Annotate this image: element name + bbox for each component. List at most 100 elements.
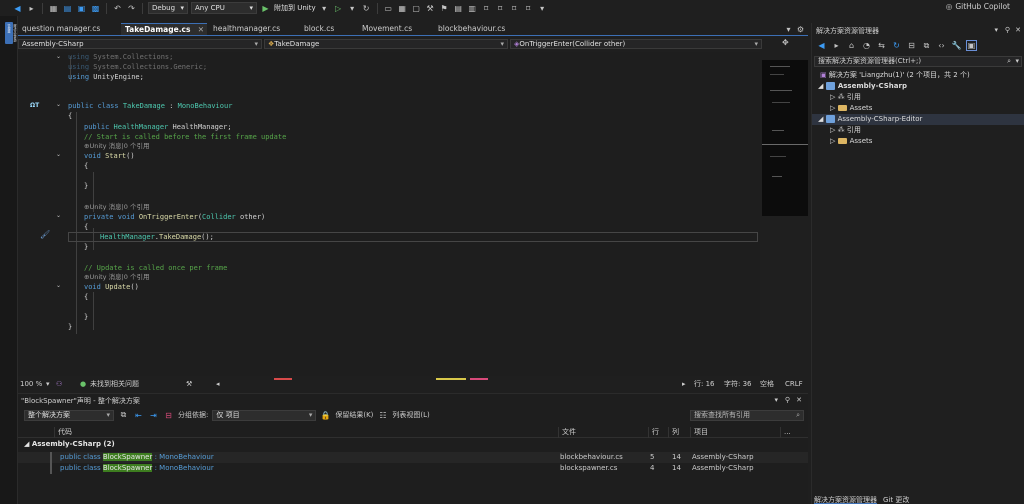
- home-icon[interactable]: ⌂: [846, 40, 857, 51]
- configuration-select[interactable]: Debug ▾: [148, 2, 188, 14]
- chevron-down-icon[interactable]: ▾: [46, 380, 50, 388]
- unity-class-marker-icon[interactable]: ΩT: [30, 102, 39, 109]
- navigate-forward-icon[interactable]: ▸: [26, 3, 37, 14]
- grid-icon[interactable]: ▦: [397, 3, 408, 14]
- fold-toggle-icon[interactable]: ⌄: [56, 212, 61, 219]
- bookmark-prev-icon[interactable]: ⌑: [495, 3, 506, 14]
- bookmark-toggle-icon[interactable]: ⚑: [439, 3, 450, 14]
- result-group[interactable]: ◢ Assembly-CSharp (2): [24, 440, 115, 448]
- close-icon[interactable]: ✕: [1015, 26, 1021, 34]
- copilot-status-icon[interactable]: ⚇: [56, 380, 62, 388]
- tree-item-references[interactable]: ▷ ⁂ 引用: [812, 125, 1024, 136]
- start-without-debug-icon[interactable]: ▷: [333, 3, 344, 14]
- switch-views-icon[interactable]: ◔: [861, 40, 872, 51]
- folder-icon[interactable]: ▭: [383, 3, 394, 14]
- keep-results-button[interactable]: 保留结果(K): [335, 410, 373, 420]
- tree-item-project[interactable]: ◢ Assembly-CSharp: [812, 81, 1024, 92]
- tree-item-solution[interactable]: ▣ 解决方案 'Liangzhu(1)' (2 个项目，共 2 个): [812, 70, 1024, 81]
- fold-toggle-icon[interactable]: ⌄: [56, 282, 61, 289]
- tab-solution-explorer[interactable]: 解决方案资源管理器: [814, 495, 877, 504]
- column-col[interactable]: 列: [668, 427, 690, 438]
- result-row[interactable]: public class BlockSpawner : MonoBehaviou…: [18, 463, 808, 474]
- fold-toggle-icon[interactable]: ⌄: [56, 151, 61, 158]
- chevron-down-icon[interactable]: ▾: [319, 3, 330, 14]
- scroll-left-icon[interactable]: ◂: [216, 380, 220, 388]
- navigate-back-icon[interactable]: ◀: [12, 3, 23, 14]
- chevron-down-icon[interactable]: ▾: [347, 3, 358, 14]
- chevron-down-icon[interactable]: ▾: [994, 26, 998, 34]
- codelens-references[interactable]: ⊕Unity 消息|0 个引用: [84, 141, 150, 151]
- play-icon[interactable]: ▶: [260, 3, 271, 14]
- char-number[interactable]: 字符: 36: [724, 379, 752, 389]
- member-dropdown[interactable]: ◈OnTriggerEnter(Collider other) ▾: [510, 39, 762, 49]
- solution-search-input[interactable]: 搜索解决方案资源管理器(Ctrl+;) ⌕ ▾: [814, 56, 1022, 67]
- back-icon[interactable]: ◀: [816, 40, 827, 51]
- copy-icon[interactable]: ⧉: [118, 410, 129, 421]
- chevron-down-icon[interactable]: ▾: [774, 396, 778, 404]
- refresh-icon[interactable]: ↻: [891, 40, 902, 51]
- tools-icon[interactable]: ⚒: [425, 3, 436, 14]
- code-editor[interactable]: ⌄ ⌄ ⌄ ⌄ ⌄ ΩT 🖌 using System.Collections;…: [18, 52, 760, 376]
- preview-icon[interactable]: ▣: [966, 40, 977, 51]
- tab-question-manager[interactable]: question manager.cs: [18, 23, 118, 35]
- line-ending[interactable]: CRLF: [785, 380, 803, 388]
- column-project[interactable]: 项目: [690, 427, 780, 438]
- github-copilot-button[interactable]: ◎ GitHub Copilot: [946, 2, 1010, 11]
- comment-icon[interactable]: ▤: [453, 3, 464, 14]
- tab-git-changes[interactable]: Git 更改: [883, 495, 909, 504]
- tree-item-project[interactable]: ◢ Assembly-CSharp-Editor: [812, 114, 1024, 125]
- prev-result-icon[interactable]: ⇤: [133, 410, 144, 421]
- tab-block[interactable]: block.cs: [300, 23, 358, 35]
- split-editor-icon[interactable]: ✥: [782, 38, 789, 47]
- bookmark-clear-icon[interactable]: ⌑: [523, 3, 534, 14]
- hot-reload-icon[interactable]: ↻: [361, 3, 372, 14]
- project-dropdown[interactable]: Assembly-CSharp ▾: [18, 39, 262, 49]
- pin-icon[interactable]: ⚲: [785, 396, 790, 404]
- column-code[interactable]: 代码: [54, 427, 558, 438]
- search-references-input[interactable]: 搜索查找所有引用 ⌕: [690, 409, 804, 421]
- column-more[interactable]: ...: [780, 427, 800, 438]
- platform-select[interactable]: Any CPU ▾: [191, 2, 257, 14]
- tab-healthmanager[interactable]: healthmanager.cs: [209, 23, 301, 35]
- tab-takedamage[interactable]: TakeDamage.cs ✕: [121, 23, 207, 35]
- cleanup-icon[interactable]: ⚒: [186, 380, 192, 388]
- bookmark-icon[interactable]: ⌑: [481, 3, 492, 14]
- tab-movement[interactable]: Movement.cs: [358, 23, 436, 35]
- class-dropdown[interactable]: ❖TakeDamage ▾: [264, 39, 508, 49]
- scroll-right-icon[interactable]: ▸: [682, 380, 686, 388]
- result-row[interactable]: public class BlockSpawner : MonoBehaviou…: [18, 452, 808, 463]
- issues-status[interactable]: 未找到相关问题: [90, 379, 139, 389]
- new-project-icon[interactable]: ▦: [48, 3, 59, 14]
- uncomment-icon[interactable]: ▥: [467, 3, 478, 14]
- properties-icon[interactable]: 🔧: [951, 40, 962, 51]
- attach-unity-button[interactable]: 附加到 Unity: [274, 3, 316, 13]
- tab-list-chevron-icon[interactable]: ▾: [783, 24, 794, 35]
- open-file-icon[interactable]: ▤: [62, 3, 73, 14]
- sync-icon[interactable]: ⇆: [876, 40, 887, 51]
- pin-icon[interactable]: ⚲: [1005, 26, 1010, 34]
- show-all-files-icon[interactable]: ⧉: [921, 40, 932, 51]
- indent-mode[interactable]: 空格: [760, 379, 774, 389]
- column-line[interactable]: 行: [648, 427, 668, 438]
- close-icon[interactable]: ✕: [796, 396, 802, 404]
- list-view-button[interactable]: 列表视图(L): [392, 410, 429, 420]
- redo-icon[interactable]: ↷: [126, 3, 137, 14]
- codelens-references[interactable]: ⊕Unity 消息|0 个引用: [84, 272, 150, 282]
- undo-icon[interactable]: ↶: [112, 3, 123, 14]
- tree-item-assets[interactable]: ▷ Assets: [812, 136, 1024, 147]
- save-icon[interactable]: ▣: [76, 3, 87, 14]
- tree-item-assets[interactable]: ▷ Assets: [812, 103, 1024, 114]
- zoom-level[interactable]: 100 %: [20, 380, 42, 388]
- bookmark-next-icon[interactable]: ⌑: [509, 3, 520, 14]
- group-by-select[interactable]: 仅 项目 ▾: [212, 409, 317, 421]
- codelens-references[interactable]: ⊕Unity 消息|0 个引用: [84, 202, 150, 212]
- gear-icon[interactable]: ⚙: [795, 24, 806, 35]
- next-result-icon[interactable]: ⇥: [148, 410, 159, 421]
- window-icon[interactable]: ▢: [411, 3, 422, 14]
- collapse-all-icon[interactable]: ⊟: [906, 40, 917, 51]
- close-icon[interactable]: ✕: [198, 24, 204, 36]
- forward-icon[interactable]: ▸: [831, 40, 842, 51]
- clear-filter-icon[interactable]: ⊟: [163, 410, 174, 421]
- line-number[interactable]: 行: 16: [694, 379, 715, 389]
- fold-toggle-icon[interactable]: ⌄: [56, 101, 61, 108]
